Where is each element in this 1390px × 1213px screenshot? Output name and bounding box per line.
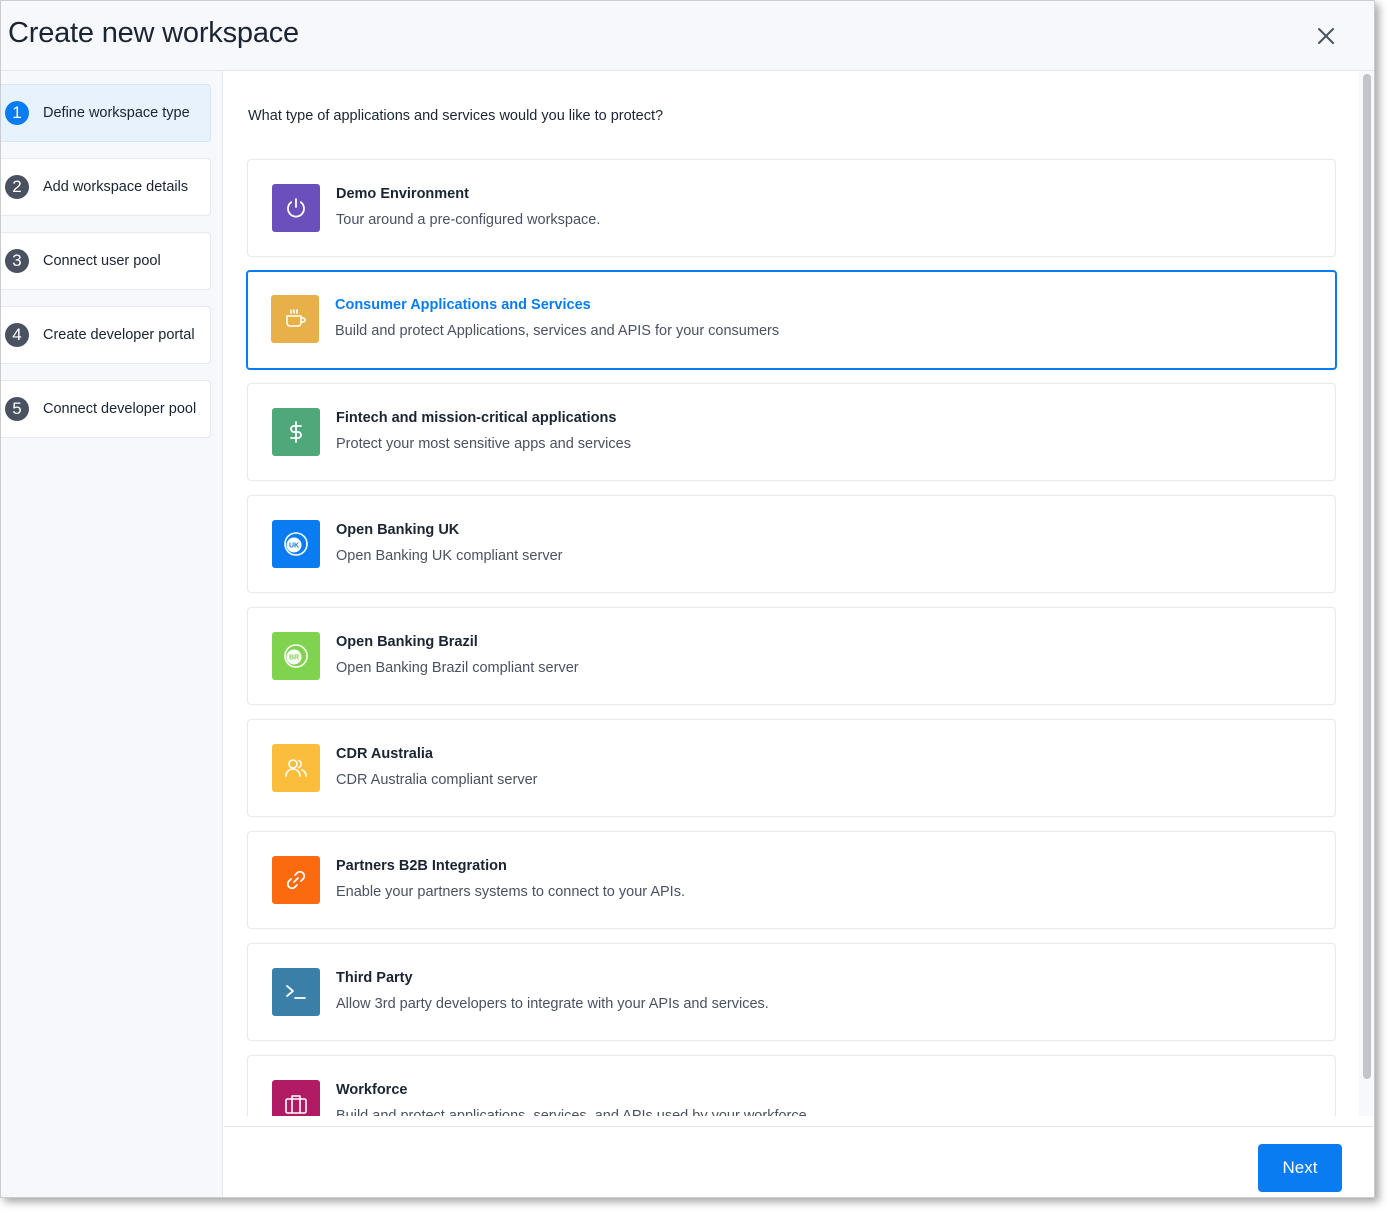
dollar-icon xyxy=(272,408,320,456)
terminal-icon xyxy=(272,968,320,1016)
step-connect-user-pool[interactable]: 3 Connect user pool xyxy=(1,232,211,290)
option-title: Consumer Applications and Services xyxy=(335,297,591,313)
workspace-type-panel: What type of applications and services w… xyxy=(224,71,1359,1116)
briefcase-icon xyxy=(272,1080,320,1116)
link-icon xyxy=(272,856,320,904)
option-workforce[interactable]: Workforce Build and protect applications… xyxy=(247,1055,1336,1116)
option-description: Protect your most sensitive apps and ser… xyxy=(336,436,631,452)
option-description: Open Banking Brazil compliant server xyxy=(336,660,579,676)
step-label: Define workspace type xyxy=(43,105,190,121)
option-description: Enable your partners systems to connect … xyxy=(336,884,685,900)
next-button[interactable]: Next xyxy=(1258,1144,1342,1192)
step-label: Connect developer pool xyxy=(43,401,197,417)
option-consumer-applications[interactable]: Consumer Applications and Services Build… xyxy=(246,270,1337,370)
content-scrollbar[interactable] xyxy=(1359,71,1374,1116)
dialog-header: Create new workspace xyxy=(1,1,1374,71)
option-title: Partners B2B Integration xyxy=(336,858,507,874)
step-number: 1 xyxy=(5,101,29,125)
option-title: Open Banking Brazil xyxy=(336,634,478,650)
step-label: Connect user pool xyxy=(43,253,161,269)
option-description: Build and protect Applications, services… xyxy=(335,323,780,339)
steps-sidebar: 1 Define workspace type 2 Add workspace … xyxy=(1,71,223,1197)
step-number: 4 xyxy=(5,323,29,347)
option-description: Open Banking UK compliant server xyxy=(336,548,563,564)
option-demo-environment[interactable]: Demo Environment Tour around a pre-confi… xyxy=(247,159,1336,257)
option-title: CDR Australia xyxy=(336,746,433,762)
option-description: Allow 3rd party developers to integrate … xyxy=(336,996,769,1012)
option-description: Tour around a pre-configured workspace. xyxy=(336,212,601,228)
step-label: Add workspace details xyxy=(43,179,189,195)
option-title: Third Party xyxy=(336,970,413,986)
option-open-banking-brazil[interactable]: BR Open Banking Brazil Open Banking Braz… xyxy=(247,607,1336,705)
option-open-banking-uk[interactable]: UK Open Banking UK Open Banking UK compl… xyxy=(247,495,1336,593)
br-badge-text: BR xyxy=(289,655,299,662)
uk-badge-text: UK xyxy=(289,543,299,550)
step-define-workspace-type[interactable]: 1 Define workspace type xyxy=(1,84,211,142)
scrollbar-thumb[interactable] xyxy=(1363,74,1371,1079)
option-description: Build and protect applications, services… xyxy=(336,1108,807,1116)
power-icon xyxy=(272,184,320,232)
step-number: 5 xyxy=(5,397,29,421)
option-title: Fintech and mission-critical application… xyxy=(336,410,617,426)
step-create-developer-portal[interactable]: 4 Create developer portal xyxy=(1,306,211,364)
option-third-party[interactable]: Third Party Allow 3rd party developers t… xyxy=(247,943,1336,1041)
option-title: Open Banking UK xyxy=(336,522,460,538)
option-fintech[interactable]: Fintech and mission-critical application… xyxy=(247,383,1336,481)
step-add-workspace-details[interactable]: 2 Add workspace details xyxy=(1,158,211,216)
dialog-footer: Next xyxy=(224,1126,1374,1197)
br-badge-icon: BR xyxy=(272,632,320,680)
step-label: Create developer portal xyxy=(43,327,195,343)
option-title: Demo Environment xyxy=(336,186,469,202)
step-number: 3 xyxy=(5,249,29,273)
close-button[interactable] xyxy=(1312,22,1340,50)
option-description: CDR Australia compliant server xyxy=(336,772,538,788)
create-workspace-dialog: Create new workspace 1 Define workspace … xyxy=(0,0,1375,1198)
option-cdr-australia[interactable]: CDR Australia CDR Australia compliant se… xyxy=(247,719,1336,817)
coffee-cup-icon xyxy=(271,295,319,343)
question-text: What type of applications and services w… xyxy=(248,108,664,124)
close-icon xyxy=(1318,28,1334,44)
users-icon xyxy=(272,744,320,792)
uk-badge-icon: UK xyxy=(272,520,320,568)
step-connect-developer-pool[interactable]: 5 Connect developer pool xyxy=(1,380,211,438)
option-title: Workforce xyxy=(336,1082,408,1098)
step-number: 2 xyxy=(5,175,29,199)
option-partners-b2b[interactable]: Partners B2B Integration Enable your par… xyxy=(247,831,1336,929)
dialog-title: Create new workspace xyxy=(8,17,299,49)
